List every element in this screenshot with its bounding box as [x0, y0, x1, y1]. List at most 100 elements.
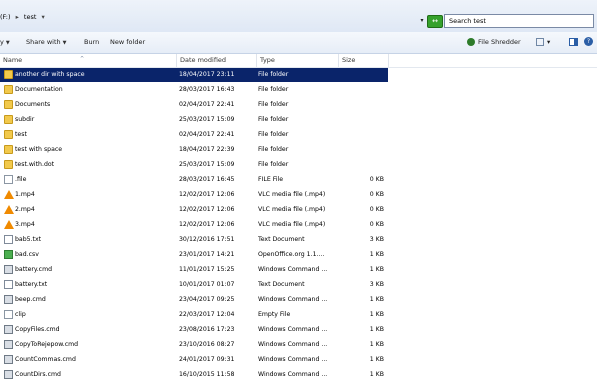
file-size: 1 KB: [369, 266, 384, 273]
preview-pane-icon[interactable]: [569, 38, 578, 46]
file-date: 30/12/2016 17:51: [179, 236, 235, 243]
file-size: 1 KB: [369, 356, 384, 363]
text-file-icon: [4, 280, 13, 289]
file-row[interactable]: test.with.dot 25/03/2017 15:09 File folder: [0, 158, 597, 172]
file-row[interactable]: CountCommas.cmd 24/01/2017 09:31 Windows C…: [0, 353, 597, 367]
shredder-icon: [467, 38, 475, 46]
file-size: [342, 128, 384, 142]
file-type: VLC media file (.mp4): [258, 206, 326, 213]
vlc-icon: [4, 190, 14, 199]
file-type: File folder: [258, 161, 289, 168]
file-date: 23/10/2016 08:27: [179, 341, 235, 348]
column-size-header[interactable]: Size: [339, 54, 389, 67]
file-name: clip: [15, 311, 26, 318]
file-name: CopyToRejepow.cmd: [15, 341, 79, 348]
file-date: 25/03/2017 15:09: [179, 161, 235, 168]
file-row[interactable]: bab5.txt 30/12/2016 17:51 Text Document 3 K…: [0, 233, 597, 247]
file-name: test.with.dot: [15, 161, 55, 168]
file-size: 1 KB: [369, 341, 384, 348]
column-name-header[interactable]: Name ^: [0, 54, 177, 67]
file-row[interactable]: CopyToRejepow.cmd 23/10/2016 08:27 Windows…: [0, 338, 597, 352]
file-row[interactable]: 1.mp4 12/02/2017 12:06 VLC media file (.mp…: [0, 188, 597, 202]
address-dropdown-icon[interactable]: ▾: [418, 17, 426, 25]
refresh-button[interactable]: ↔: [427, 15, 443, 28]
column-header: Name ^ Date modified Type Size: [0, 54, 597, 68]
file-date: 23/04/2017 09:25: [179, 296, 235, 303]
help-icon[interactable]: ?: [584, 37, 593, 46]
file-date: 02/04/2017 22:41: [179, 101, 235, 108]
file-row[interactable]: CountDirs.cmd 16/10/2015 11:58 Windows Com…: [0, 368, 597, 382]
file-row[interactable]: battery.txt 10/01/2017 01:07 Text Document…: [0, 278, 597, 292]
file-date: 12/02/2017 12:06: [179, 206, 235, 213]
new-folder-button[interactable]: New folder: [110, 38, 145, 46]
file-name: CopyFiles.cmd: [15, 326, 60, 333]
breadcrumb-chevron-icon[interactable]: ▾: [41, 13, 44, 21]
folder-icon: [4, 100, 13, 109]
file-type: OpenOffice.org 1.1....: [258, 251, 325, 258]
file-row[interactable]: another dir with space 18/04/2017 23:11 Fi…: [0, 68, 597, 82]
file-size: 0 KB: [369, 176, 384, 183]
column-type-header[interactable]: Type: [257, 54, 339, 67]
file-name: beep.cmd: [15, 296, 46, 303]
file-name: CountDirs.cmd: [15, 371, 61, 378]
file-size: [342, 68, 384, 82]
file-name: test: [15, 131, 27, 138]
file-size: [342, 113, 384, 127]
breadcrumb-folder[interactable]: test: [24, 13, 36, 21]
file-name: test with space: [15, 146, 63, 153]
file-shredder-button[interactable]: File Shredder: [467, 38, 521, 46]
file-name: 1.mp4: [15, 191, 35, 198]
file-row[interactable]: 3.mp4 12/02/2017 12:06 VLC media file (.mp…: [0, 218, 597, 232]
file-type: Text Document: [258, 236, 305, 243]
burn-button[interactable]: Burn: [84, 38, 99, 46]
file-row[interactable]: beep.cmd 23/04/2017 09:25 Windows Command …: [0, 293, 597, 307]
file-name: 3.mp4: [15, 221, 35, 228]
file-date: 25/03/2017 15:09: [179, 116, 235, 123]
file-date: 23/01/2017 14:21: [179, 251, 235, 258]
command-bar: y ▼ Share with ▼ Burn New folder File Shre…: [0, 32, 597, 54]
organize-button[interactable]: y ▼: [0, 38, 10, 46]
file-type: File folder: [258, 86, 289, 93]
file-row[interactable]: battery.cmd 11/01/2017 15:25 Windows Comma…: [0, 263, 597, 277]
vlc-icon: [4, 220, 14, 229]
cmd-icon: [4, 295, 13, 304]
file-row[interactable]: Documentation 28/03/2017 16:43 File folder: [0, 83, 597, 97]
file-row[interactable]: CopyFiles.cmd 23/08/2016 17:23 Windows Com…: [0, 323, 597, 337]
file-name: bad.csv: [15, 251, 39, 258]
file-date: 28/03/2017 16:43: [179, 86, 235, 93]
file-date: 12/02/2017 12:06: [179, 191, 235, 198]
share-with-button[interactable]: Share with ▼: [26, 38, 66, 46]
cmd-icon: [4, 265, 13, 274]
file-name: another dir with space: [15, 71, 85, 78]
file-row[interactable]: Documents 02/04/2017 22:41 File folder: [0, 98, 597, 112]
file-name: battery.cmd: [15, 266, 53, 273]
file-date: 02/04/2017 22:41: [179, 131, 235, 138]
file-row[interactable]: test 02/04/2017 22:41 File folder: [0, 128, 597, 142]
file-name: Documents: [15, 101, 51, 108]
file-type: Windows Command ...: [258, 356, 328, 363]
file-type: Empty File: [258, 311, 291, 318]
search-input[interactable]: Search test: [444, 14, 594, 28]
file-row[interactable]: bad.csv 23/01/2017 14:21 OpenOffice.org 1.…: [0, 248, 597, 262]
file-size: [342, 83, 384, 97]
csv-icon: [4, 250, 13, 259]
cmd-icon: [4, 325, 13, 334]
view-chevron-icon[interactable]: ▾: [547, 38, 550, 46]
file-name: CountCommas.cmd: [15, 356, 76, 363]
file-row[interactable]: .file 28/03/2017 16:45 FILE File 0 KB: [0, 173, 597, 187]
file-date: 18/04/2017 22:39: [179, 146, 235, 153]
view-options-icon[interactable]: [536, 38, 544, 46]
file-type: Windows Command ...: [258, 266, 328, 273]
file-type: Windows Command ...: [258, 326, 328, 333]
file-row[interactable]: clip 22/03/2017 12:04 Empty File 1 KB: [0, 308, 597, 322]
file-icon: [4, 310, 13, 319]
file-type: VLC media file (.mp4): [258, 191, 326, 198]
breadcrumb-drive[interactable]: (F:): [0, 13, 11, 21]
breadcrumb[interactable]: (F:) ▸ test ▾: [0, 13, 48, 21]
share-with-label: Share with: [26, 38, 61, 46]
file-row[interactable]: 2.mp4 12/02/2017 12:06 VLC media file (.mp…: [0, 203, 597, 217]
column-date-header[interactable]: Date modified: [177, 54, 257, 67]
file-row[interactable]: subdir 25/03/2017 15:09 File folder: [0, 113, 597, 127]
file-row[interactable]: test with space 18/04/2017 22:39 File fold…: [0, 143, 597, 157]
folder-icon: [4, 70, 13, 79]
